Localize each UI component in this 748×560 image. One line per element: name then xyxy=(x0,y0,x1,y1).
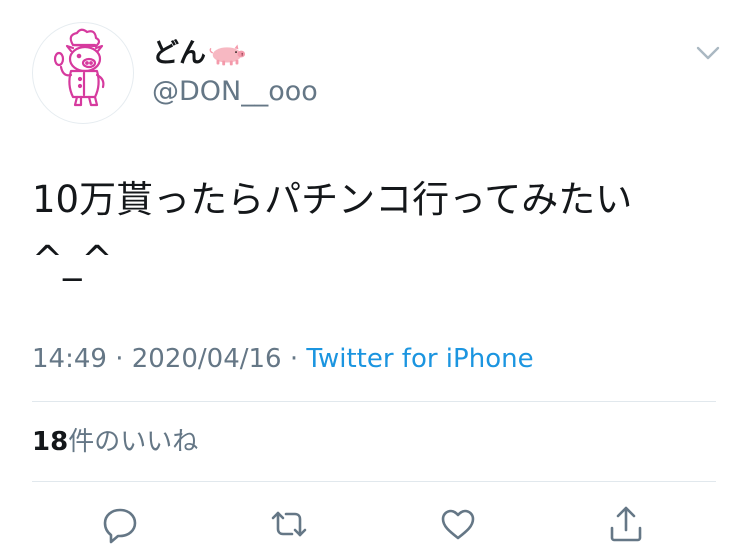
tweet-meta: 14:49 · 2020/04/16 · Twitter for iPhone xyxy=(32,340,534,378)
retweet-icon[interactable] xyxy=(267,502,311,546)
tweet-source-link[interactable]: Twitter for iPhone xyxy=(306,344,533,374)
share-icon[interactable] xyxy=(604,502,648,546)
heart-icon[interactable] xyxy=(436,502,480,546)
display-name-text: どん xyxy=(152,38,206,69)
user-handle[interactable]: @DON__ooo xyxy=(152,74,318,110)
divider xyxy=(32,401,716,402)
meta-separator: · xyxy=(281,344,307,374)
pig-emoji-icon xyxy=(208,41,246,67)
meta-separator: · xyxy=(106,344,132,374)
divider xyxy=(32,481,716,482)
tweet-date[interactable]: 2020/04/16 xyxy=(132,344,282,374)
likes-count: 18 xyxy=(32,427,69,457)
display-name[interactable]: どん xyxy=(152,36,246,72)
pig-chef-avatar-icon xyxy=(53,28,105,107)
likes-label: 件のいいね xyxy=(68,427,199,457)
likes-stat[interactable]: 18件のいいね xyxy=(32,424,198,460)
tweet-time[interactable]: 14:49 xyxy=(32,344,107,374)
tweet-text: 10万貰ったらパチンコ行ってみたい ^_^ xyxy=(32,178,633,281)
reply-icon[interactable] xyxy=(98,502,142,546)
avatar[interactable] xyxy=(32,22,134,124)
chevron-down-icon[interactable] xyxy=(694,42,722,64)
